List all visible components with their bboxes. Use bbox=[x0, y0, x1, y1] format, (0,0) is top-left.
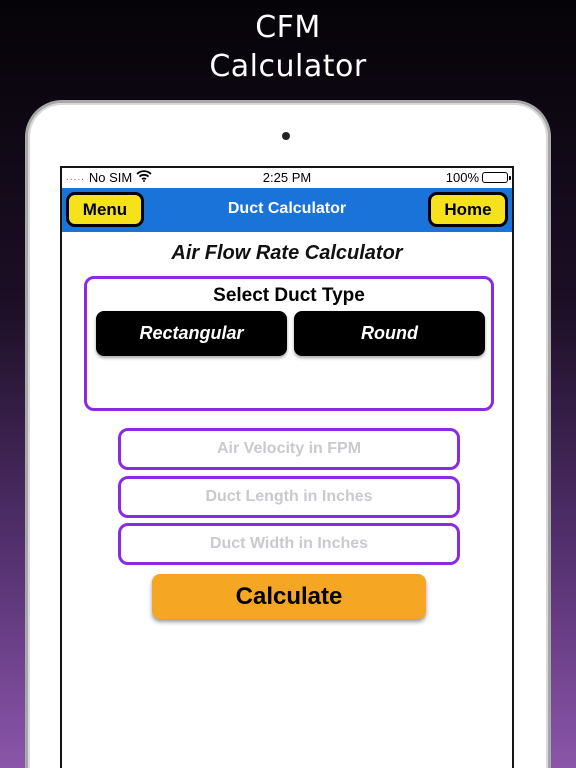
calculate-button[interactable]: Calculate bbox=[152, 574, 426, 619]
app-screen: ..... No SIM 2:25 PM 100% Menu Duct Calc… bbox=[60, 166, 514, 768]
camera-icon bbox=[282, 132, 290, 140]
nav-bar: Menu Duct Calculator Home bbox=[62, 188, 512, 232]
status-bar: ..... No SIM 2:25 PM 100% bbox=[62, 168, 512, 187]
air-velocity-field bbox=[118, 428, 460, 470]
duct-length-field bbox=[118, 476, 460, 518]
promo-title-line-2: Calculator bbox=[209, 49, 367, 84]
home-button[interactable]: Home bbox=[428, 192, 508, 227]
battery-icon bbox=[482, 172, 511, 183]
duct-length-input[interactable] bbox=[121, 479, 457, 515]
rectangular-button[interactable]: Rectangular bbox=[96, 311, 287, 356]
promo-title-line-1: CFM bbox=[255, 10, 321, 45]
air-velocity-input[interactable] bbox=[121, 431, 457, 467]
battery-percent: 100% bbox=[445, 170, 479, 185]
duct-type-heading: Select Duct Type bbox=[213, 285, 365, 306]
promo-title: CFM Calculator bbox=[0, 8, 576, 86]
duct-width-field bbox=[118, 523, 460, 565]
round-button[interactable]: Round bbox=[294, 311, 485, 356]
status-right: 100% bbox=[445, 170, 511, 185]
status-time: 2:25 PM bbox=[262, 170, 312, 185]
duct-type-panel: Select Duct Type Rectangular Round bbox=[84, 276, 494, 411]
page-title: Air Flow Rate Calculator bbox=[171, 242, 403, 264]
duct-width-input[interactable] bbox=[121, 526, 457, 562]
